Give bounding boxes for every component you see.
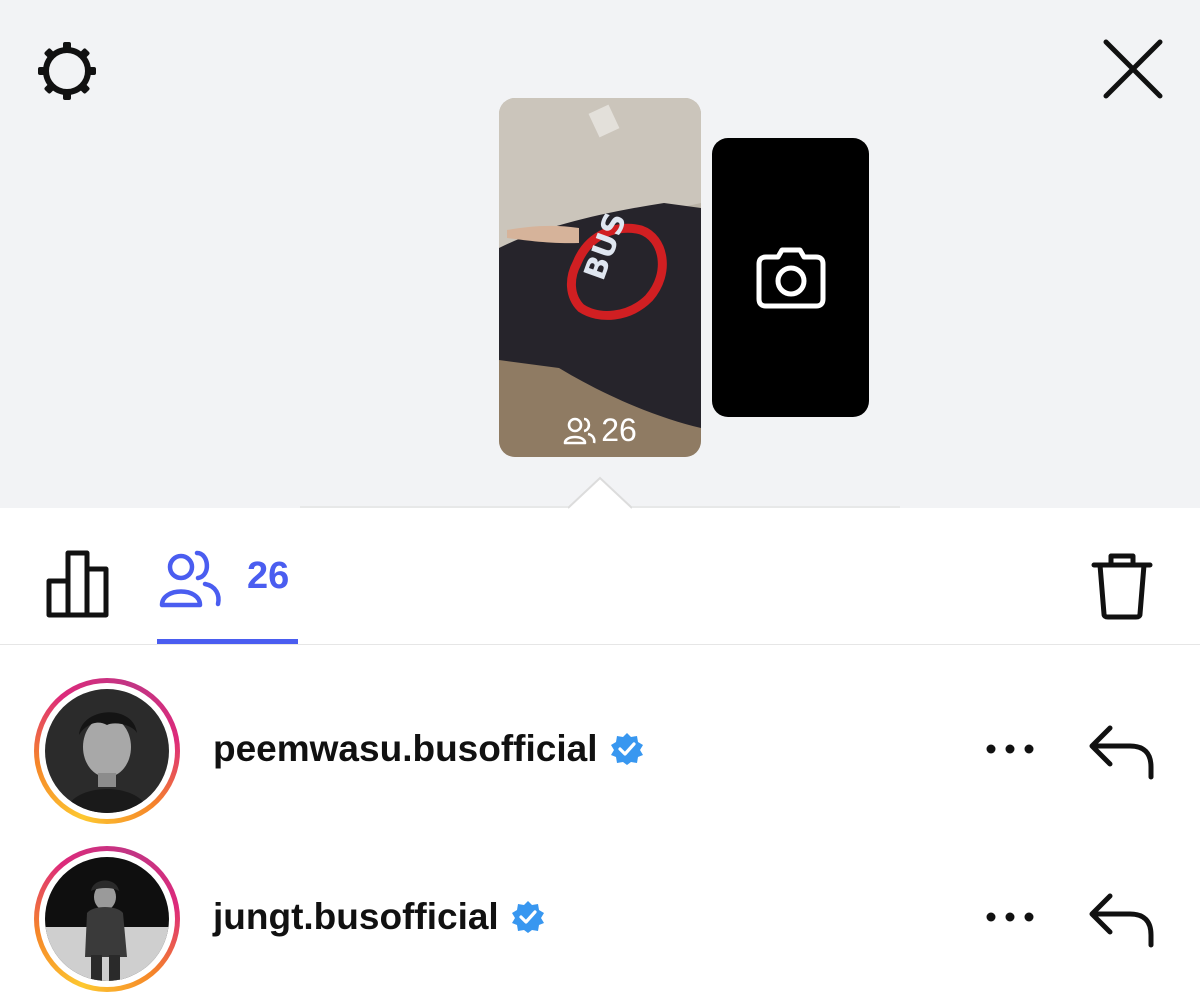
reply-icon — [1089, 725, 1154, 780]
more-icon — [986, 912, 1034, 922]
add-story-button[interactable] — [712, 138, 869, 417]
reply-icon — [1089, 893, 1154, 948]
reply-button[interactable] — [1088, 890, 1156, 948]
story-thumbnail[interactable]: BUS 26 — [499, 98, 701, 457]
tab-viewers[interactable]: 26 — [157, 509, 298, 645]
close-button[interactable] — [1100, 36, 1166, 102]
viewer-row: peemwasu.busofficial — [0, 670, 1200, 830]
avatar-photo — [45, 689, 169, 813]
viewers-icon — [159, 550, 221, 608]
gear-icon — [38, 42, 96, 100]
story-viewer-count-value: 26 — [601, 412, 637, 448]
viewer-row: jungt.busofficial — [0, 838, 1200, 998]
more-options-button[interactable] — [982, 902, 1038, 932]
viewers-icon — [563, 417, 596, 444]
viewer-username-link[interactable]: peemwasu.busofficial — [213, 728, 644, 770]
more-options-button[interactable] — [982, 734, 1038, 764]
selection-pointer — [568, 476, 632, 509]
delete-button[interactable] — [1090, 551, 1154, 621]
story-viewer-count: 26 — [499, 412, 701, 449]
toolbar-divider — [0, 644, 1200, 645]
avatar-photo — [45, 857, 169, 981]
close-icon — [1103, 39, 1163, 99]
more-icon — [986, 744, 1034, 754]
verified-badge-icon — [610, 733, 643, 765]
avatar[interactable] — [34, 846, 180, 992]
verified-badge-icon — [511, 901, 544, 933]
story-toolbar: 26 — [0, 509, 1200, 645]
settings-button[interactable] — [34, 38, 100, 104]
camera-icon — [756, 247, 825, 308]
viewers-tab-count: 26 — [247, 555, 290, 597]
viewer-username: jungt.busofficial — [213, 896, 499, 937]
trash-icon — [1091, 553, 1153, 620]
insights-button[interactable] — [44, 549, 112, 619]
avatar[interactable] — [34, 678, 180, 824]
viewer-username-link[interactable]: jungt.busofficial — [213, 896, 545, 938]
viewer-username: peemwasu.busofficial — [213, 728, 598, 769]
story-photo: BUS — [499, 98, 701, 457]
reply-button[interactable] — [1088, 722, 1156, 780]
story-preview-area: BUS 26 — [0, 0, 1200, 508]
bar-chart-icon — [46, 550, 109, 618]
